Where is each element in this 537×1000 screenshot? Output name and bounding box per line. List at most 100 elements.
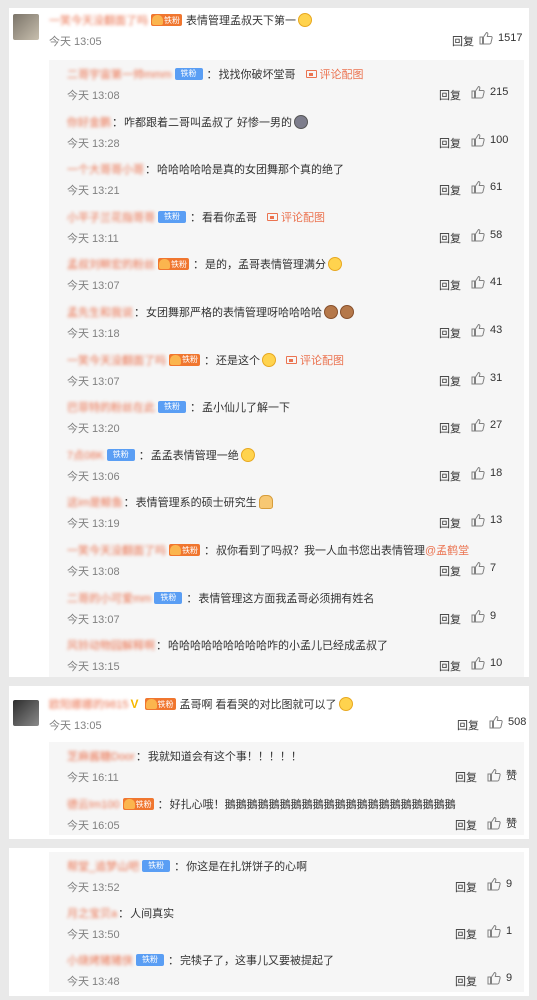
like-button[interactable]: 215 [471,85,508,99]
reply-text: 哈哈哈哈哈是真的女团舞那个真的绝了 [157,164,344,177]
like-button[interactable]: 61 [471,180,502,194]
reply-button[interactable]: 回复 [455,926,477,942]
reply-username[interactable]: 一个大哥哥小哥 [67,161,144,177]
thumb-up-icon [471,228,485,242]
like-button[interactable]: 9 [487,877,512,891]
reply-username[interactable]: 帮堂_追梦山吧 [67,858,139,874]
reply-username[interactable]: 小平子兰花指哥哥 [67,209,155,225]
thumb-up-icon [487,816,501,830]
like-button[interactable]: 7 [471,561,496,575]
reply-button[interactable]: 回复 [439,135,461,151]
verified-v-icon: V [130,697,139,711]
like-button[interactable]: 1517 [479,31,522,45]
reply-button[interactable]: 回复 [455,769,477,785]
like-button[interactable]: 100 [471,133,508,147]
fan-badge: 铁粉 [169,353,200,366]
like-button[interactable]: 9 [487,971,512,985]
like-button[interactable]: 18 [471,466,502,480]
reply-username[interactable]: 小烧烤猪猪侠 [67,952,133,968]
reply-list: 芝麻酱糖Door：我就知道会有这个事！！！！！ 今天 16:11 回复赞德云Im10… [49,742,524,835]
reply-time: 今天 13:11 [67,232,119,245]
comment-username[interactable]: 一笑今天没翻面了吗 [49,12,148,28]
smile-emoji-icon [298,13,312,27]
praise-label: 赞 [506,818,517,830]
reply-time: 今天 13:08 [67,566,120,578]
like-button[interactable]: 27 [471,418,502,432]
reply-username[interactable]: 一笑今天没翻面了吗 [67,542,166,558]
reply-username[interactable]: 德云Im100 [67,796,120,812]
like-button[interactable]: 41 [471,275,502,289]
reply-button[interactable]: 回复 [439,182,461,198]
reply-text: 孟孟表情管理一绝 [150,449,239,462]
reply-separator: ： [204,545,215,557]
reply-button[interactable]: 回复 [439,611,461,627]
mention-link[interactable]: @孟鹤堂 [425,542,469,558]
reply-username[interactable]: 7点08K [67,447,104,463]
reply-username[interactable]: 你好金鹏 [67,114,111,130]
reply-username[interactable]: 芝麻酱糖Door [67,748,135,764]
reply-text: 看看你孟哥 [202,211,257,224]
reply-text: 叔你看到了吗叔？我一人血书您出表情管理 [216,545,425,557]
reply-button[interactable]: 回复 [439,373,461,389]
reply-button[interactable]: 回复 [439,420,461,436]
view-comment-picture-link[interactable]: 评论配图 [286,352,344,368]
view-comment-picture-link[interactable]: 评论配图 [305,66,364,82]
like-button[interactable]: 31 [471,371,502,385]
reply-button[interactable]: 回复 [439,515,461,531]
fan-badge: 铁粉 [144,698,176,710]
reply-username[interactable]: 风铃动物园解释啊 [67,637,155,653]
reply-username[interactable]: 二哥宇宙第一帅mmm [67,66,172,82]
reply-text: 表情管理这方面我孟哥必须拥有姓名 [198,592,375,605]
reply-button[interactable]: 回复 [439,277,461,293]
thumb-up-icon [471,561,485,575]
reply-username[interactable]: 一笑今天没翻面了吗 [67,352,166,368]
thumb-up-icon [487,877,501,891]
thumb-up-icon [487,768,501,782]
like-button[interactable]: 508 [489,715,526,729]
like-count: 13 [490,514,503,527]
reply-button[interactable]: 回复 [439,325,461,341]
reply-button[interactable]: 回复 [455,973,477,989]
reply-button[interactable]: 回复 [439,563,461,579]
fan-badge: 铁粉 [169,544,200,556]
reply-button[interactable]: 回复 [439,230,461,246]
reply-username[interactable]: 这im是鲸鱼 [67,494,123,510]
thumb-up-icon [487,971,501,985]
reply-separator: ： [112,116,123,129]
like-count: 100 [490,133,509,146]
reply-button[interactable]: 回复 [439,87,461,103]
reply-button[interactable]: 回复 [452,33,474,49]
praise-label: 赞 [506,770,517,782]
like-button[interactable]: 58 [471,228,502,242]
reply-time: 今天 13:20 [67,423,120,436]
like-button[interactable]: 赞 [487,767,517,783]
like-button[interactable]: 43 [471,323,502,337]
reply-username[interactable]: 孟叔刘畊宏的粉丝 [67,256,155,272]
reply-username[interactable]: 巴菲特的粉丝在此 [67,399,155,415]
picture-icon [286,355,297,364]
avatar[interactable] [13,14,39,40]
reply-button[interactable]: 回复 [455,879,477,895]
like-button[interactable]: 10 [471,656,502,670]
reply-username[interactable]: 月之宝贝a [67,905,117,921]
reply-text: 哈哈哈哈哈哈哈哈哈咋的小孟儿已经成孟叔了 [168,640,388,653]
reply-list: 帮堂_追梦山吧 铁粉：你这是在扎饼饼子的心啊 今天 13:52 回复 9 月之宝贝a：人间… [49,852,524,992]
reply-username[interactable]: 二哥的小可爱mm [67,590,151,606]
view-comment-picture-link[interactable]: 评论配图 [267,209,325,225]
comment-username[interactable]: 欧阳娜娜的9815 [49,696,128,712]
like-button[interactable]: 9 [471,609,496,623]
reply-time: 今天 13:19 [67,518,120,531]
like-button[interactable]: 13 [471,513,502,527]
reply-button[interactable]: 回复 [439,658,461,674]
like-count: 1 [506,925,513,937]
reply-button[interactable]: 回复 [439,468,461,484]
reply-separator: ： [123,497,135,510]
like-button[interactable]: 赞 [487,815,517,831]
like-button[interactable]: 1 [487,924,512,938]
like-count: 31 [490,371,503,384]
thumb-up-icon [471,609,485,623]
reply-button[interactable]: 回复 [457,717,479,733]
reply-button[interactable]: 回复 [455,817,477,833]
avatar[interactable] [13,700,39,726]
reply-username[interactable]: 孟先生和我说 [67,304,133,320]
